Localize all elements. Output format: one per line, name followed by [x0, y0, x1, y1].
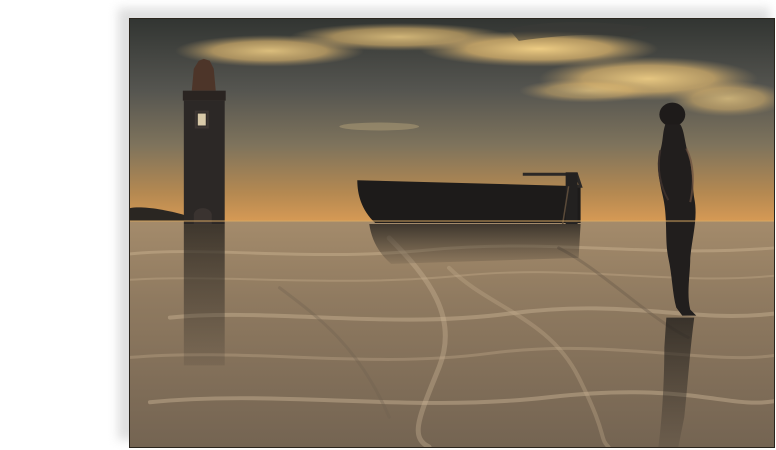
scene-illustration — [130, 19, 774, 447]
tower-reflection — [183, 224, 225, 366]
photo-frame — [129, 18, 775, 448]
boat-reflection — [369, 224, 581, 264]
page — [0, 0, 776, 450]
horizon-glow — [130, 220, 774, 223]
